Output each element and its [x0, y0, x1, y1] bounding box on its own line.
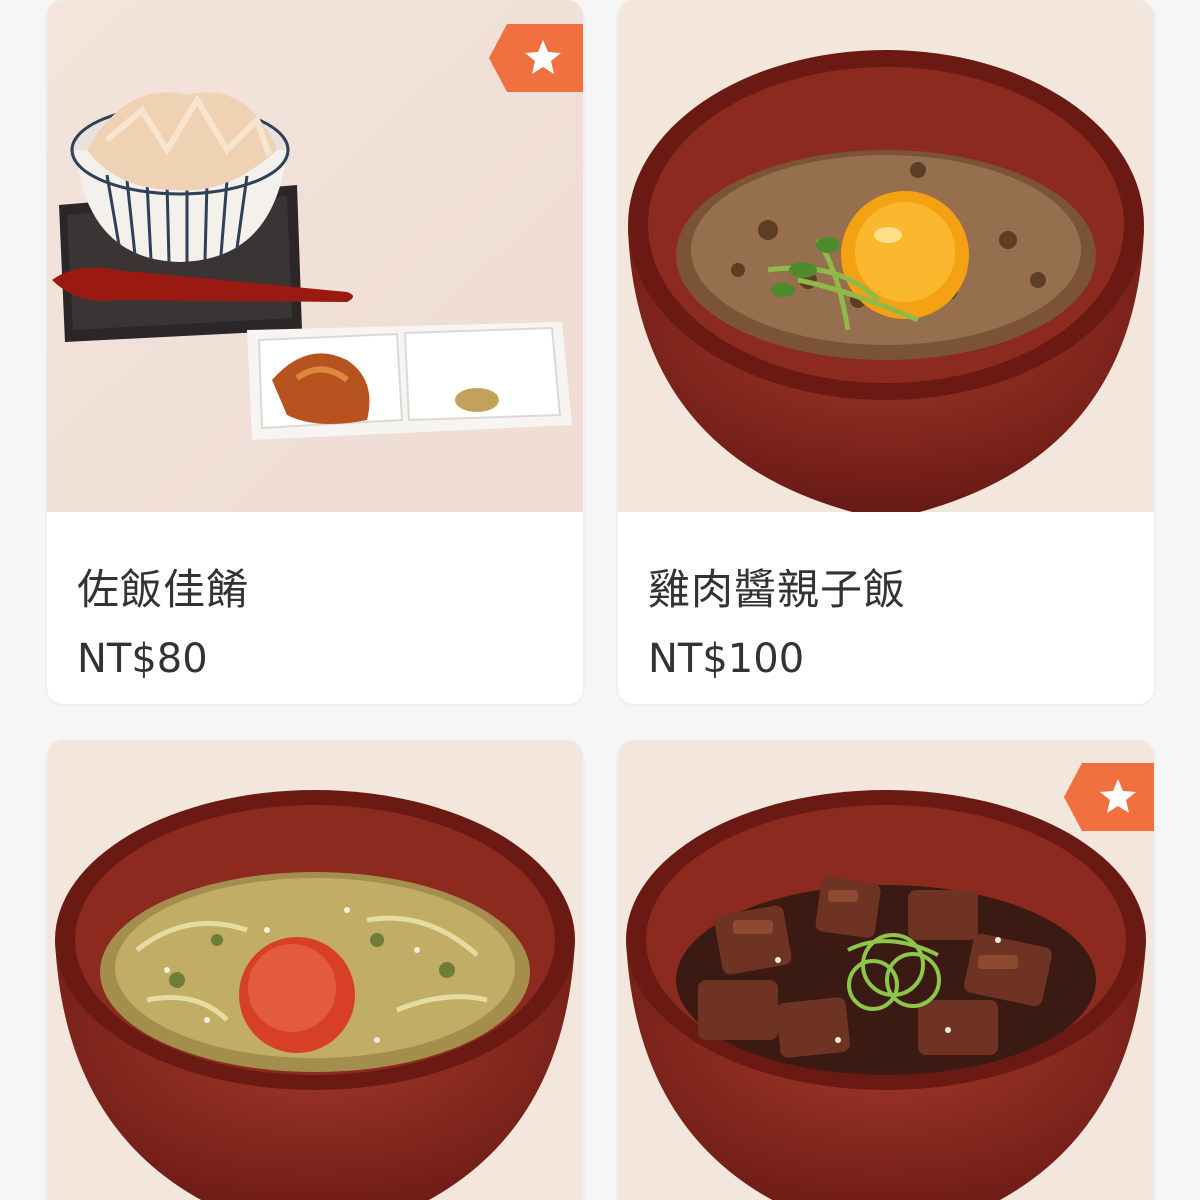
- menu-item-info: 雞肉醬親子飯 NT$100: [618, 512, 1154, 704]
- menu-item-price: NT$100: [648, 636, 805, 682]
- menu-item-name: 雞肉醬親子飯: [648, 565, 907, 614]
- recommended-badge: [1064, 763, 1154, 831]
- dish-photo[interactable]: [618, 740, 1154, 1200]
- menu-item-name: 佐飯佳餚: [77, 565, 250, 614]
- dish-photo[interactable]: [47, 0, 583, 512]
- dish-photo[interactable]: [618, 0, 1154, 512]
- menu-item-card[interactable]: 佐飯佳餚 NT$80: [47, 0, 583, 704]
- menu-grid: 佐飯佳餚 NT$80 雞肉醬親子飯 NT$100: [0, 0, 1200, 1200]
- menu-item-card[interactable]: [618, 740, 1154, 1200]
- menu-item-card[interactable]: [47, 740, 583, 1200]
- dish-photo[interactable]: [47, 740, 583, 1200]
- menu-item-card[interactable]: 雞肉醬親子飯 NT$100: [618, 0, 1154, 704]
- menu-item-info: 佐飯佳餚 NT$80: [47, 512, 583, 704]
- menu-item-price: NT$80: [77, 636, 208, 682]
- recommended-badge: [489, 24, 583, 92]
